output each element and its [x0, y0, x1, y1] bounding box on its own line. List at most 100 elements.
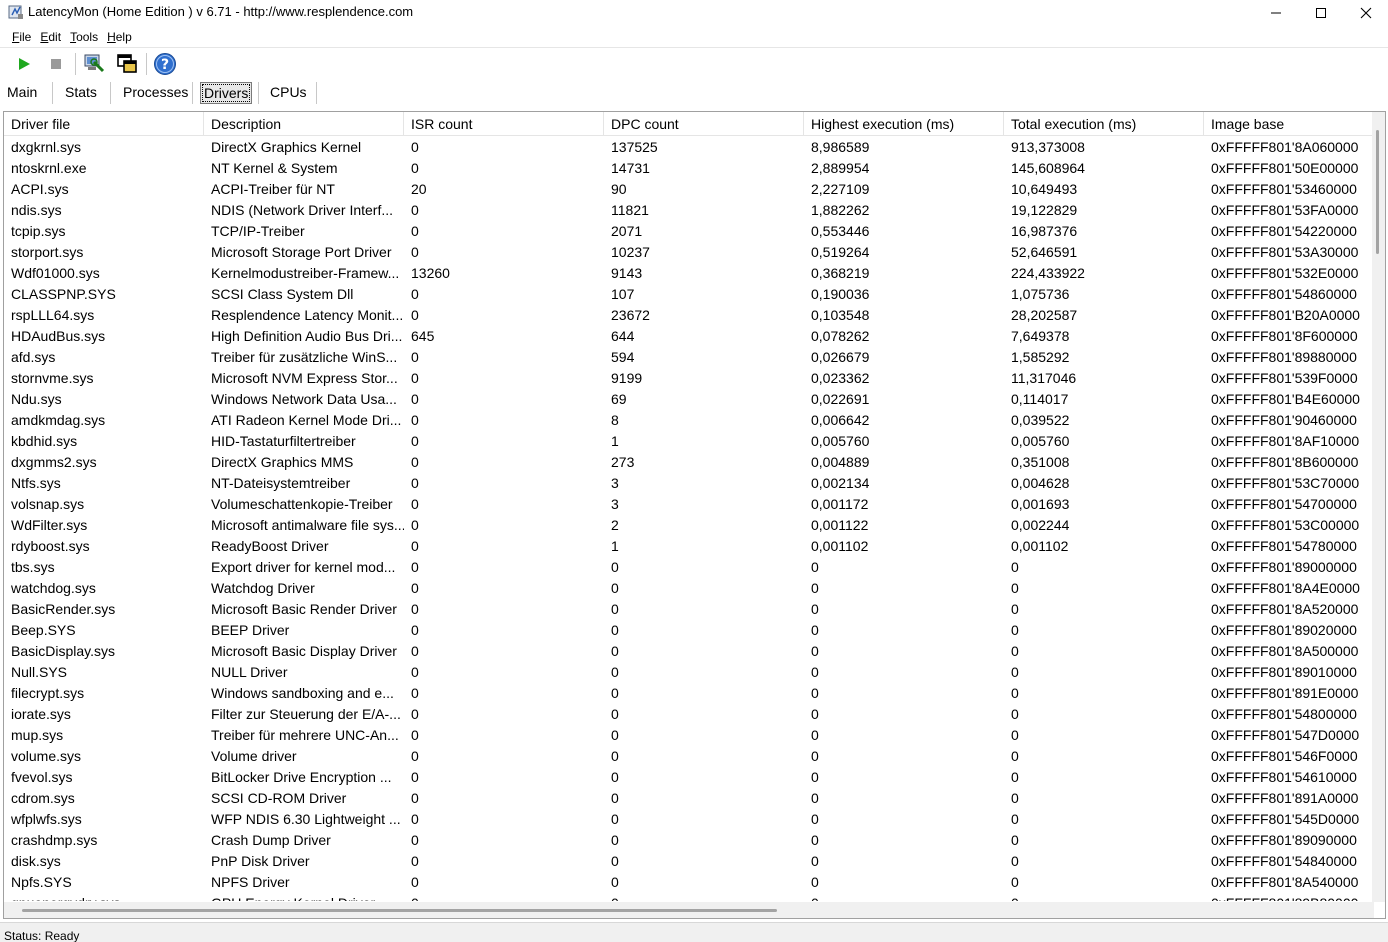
cell-isr-count: 0	[411, 580, 419, 596]
table-row[interactable]: stornvme.sys Microsoft NVM Express Stor..…	[4, 368, 1374, 389]
cell-driver-file: tcpip.sys	[11, 223, 66, 239]
cell-highest-execution: 0	[811, 790, 819, 806]
table-row[interactable]: WdFilter.sys Microsoft antimalware file s…	[4, 515, 1374, 536]
table-row[interactable]: afd.sys Treiber für zusätzliche WinS... 0 5…	[4, 347, 1374, 368]
cell-isr-count: 0	[411, 874, 419, 890]
title-bar: LatencyMon (Home Edition ) v 6.71 - http…	[0, 0, 1388, 26]
menu-file[interactable]: File	[8, 27, 35, 47]
cell-image-base: 0xFFFFF801'B4E60000	[1211, 391, 1360, 407]
cell-isr-count: 0	[411, 811, 419, 827]
start-monitor-button[interactable]	[11, 51, 37, 77]
tab-processes[interactable]: Processes	[120, 82, 191, 104]
cell-dpc-count: 0	[611, 769, 619, 785]
help-button[interactable]: ?	[152, 51, 178, 77]
table-row[interactable]: dxgmms2.sys DirectX Graphics MMS 0 273 0,004…	[4, 452, 1374, 473]
table-row[interactable]: Npfs.SYS NPFS Driver 0 0 0 0 0xFFFFF801'8A5400…	[4, 872, 1374, 893]
cell-image-base: 0xFFFFF801'54220000	[1211, 223, 1357, 239]
menu-tools[interactable]: Tools	[66, 27, 102, 47]
toolbar-separator	[146, 53, 147, 75]
table-row[interactable]: Wdf01000.sys Kernelmodustreiber-Framew...…	[4, 263, 1374, 284]
table-row[interactable]: HDAudBus.sys High Definition Audio Bus Dr…	[4, 326, 1374, 347]
cell-description: Volume driver	[211, 748, 297, 764]
status-text: Status: Ready	[4, 929, 80, 942]
column-header-highest-execution[interactable]: Highest execution (ms)	[804, 112, 1004, 136]
column-header-dpc-count[interactable]: DPC count	[604, 112, 804, 136]
minimize-button[interactable]	[1253, 0, 1299, 26]
cell-highest-execution: 0	[811, 748, 819, 764]
cell-dpc-count: 9199	[611, 370, 643, 386]
table-row[interactable]: filecrypt.sys Windows sandboxing and e...…	[4, 683, 1374, 704]
cell-total-execution: 0	[1011, 706, 1019, 722]
table-row[interactable]: crashdmp.sys Crash Dump Driver 0 0 0 0 0xFFFFF…	[4, 830, 1374, 851]
column-header-total-execution[interactable]: Total execution (ms)	[1004, 112, 1204, 136]
table-row[interactable]: Null.SYS NULL Driver 0 0 0 0 0xFFFFF801'890100…	[4, 662, 1374, 683]
table-row[interactable]: ndis.sys NDIS (Network Driver Interf... 0 1…	[4, 200, 1374, 221]
vertical-scrollbar[interactable]	[1372, 112, 1385, 902]
table-row[interactable]: mup.sys Treiber für mehrere UNC-An... 0 0 0 0…	[4, 725, 1374, 746]
column-header-isr-count[interactable]: ISR count	[404, 112, 604, 136]
table-row[interactable]: watchdog.sys Watchdog Driver 0 0 0 0 0xFFFFF80…	[4, 578, 1374, 599]
cell-driver-file: rspLLL64.sys	[11, 307, 95, 323]
table-row[interactable]: disk.sys PnP Disk Driver 0 0 0 0 0xFFFFF801'54…	[4, 851, 1374, 872]
cell-isr-count: 20	[411, 181, 427, 197]
table-row[interactable]: Ntfs.sys NT-Dateisystemtreiber 0 3 0,002134 0…	[4, 473, 1374, 494]
cell-description: Microsoft antimalware file sys...	[211, 517, 404, 533]
table-row[interactable]: kbdhid.sys HID-Tastaturfiltertreiber 0 1 0,0…	[4, 431, 1374, 452]
cell-description: Export driver for kernel mod...	[211, 559, 396, 575]
stop-icon	[51, 59, 61, 69]
cell-dpc-count: 23672	[611, 307, 650, 323]
pc-info-button[interactable]	[81, 51, 107, 77]
table-row[interactable]: volume.sys Volume driver 0 0 0 0 0xFFFFF801'54…	[4, 746, 1374, 767]
column-header-image-base[interactable]: Image base	[1204, 112, 1374, 136]
horizontal-scrollbar[interactable]	[4, 902, 1374, 918]
cell-description: Microsoft Basic Render Driver	[211, 601, 397, 617]
cell-isr-count: 0	[411, 706, 419, 722]
table-row[interactable]: Beep.SYS BEEP Driver 0 0 0 0 0xFFFFF801'890200…	[4, 620, 1374, 641]
table-row[interactable]: rdyboost.sys ReadyBoost Driver 0 1 0,001102 0…	[4, 536, 1374, 557]
cell-image-base: 0xFFFFF801'89000000	[1211, 559, 1357, 575]
table-row[interactable]: ntoskrnl.exe NT Kernel & System 0 14731 2,88…	[4, 158, 1374, 179]
table-row[interactable]: ACPI.sys ACPI-Treiber für NT 20 90 2,227109 1…	[4, 179, 1374, 200]
cell-highest-execution: 0,022691	[811, 391, 870, 407]
cell-image-base: 0xFFFFF801'53460000	[1211, 181, 1357, 197]
column-header-driver-file[interactable]: Driver file	[4, 112, 204, 136]
table-row[interactable]: volsnap.sys Volumeschattenkopie-Treiber 0 3…	[4, 494, 1374, 515]
cell-highest-execution: 2,227109	[811, 181, 870, 197]
cell-driver-file: fvevol.sys	[11, 769, 73, 785]
cell-description: NDIS (Network Driver Interf...	[211, 202, 394, 218]
tab-separator	[192, 82, 193, 104]
cell-description: Treiber für zusätzliche WinS...	[211, 349, 398, 365]
table-row[interactable]: BasicRender.sys Microsoft Basic Render Dr…	[4, 599, 1374, 620]
table-row[interactable]: tbs.sys Export driver for kernel mod... 0 0…	[4, 557, 1374, 578]
table-row[interactable]: gpuenergydrv.sysGPU Energy Kernel Driver…	[4, 893, 1374, 901]
tab-stats[interactable]: Stats	[62, 82, 100, 104]
table-row[interactable]: CLASSPNP.SYS SCSI Class System Dll 0 107 0,1…	[4, 284, 1374, 305]
table-row[interactable]: fvevol.sys BitLocker Drive Encryption ...…	[4, 767, 1374, 788]
menu-help[interactable]: Help	[103, 27, 136, 47]
table-row[interactable]: cdrom.sys SCSI CD-ROM Driver 0 0 0 0 0xFFFFF80…	[4, 788, 1374, 809]
menu-edit[interactable]: Edit	[36, 27, 65, 47]
table-row[interactable]: wfplwfs.sys WFP NDIS 6.30 Lightweight ...…	[4, 809, 1374, 830]
table-row[interactable]: iorate.sys Filter zur Steuerung der E/A-.…	[4, 704, 1374, 725]
horizontal-scroll-thumb[interactable]	[22, 909, 777, 912]
vertical-scroll-thumb[interactable]	[1376, 130, 1379, 254]
table-row[interactable]: tcpip.sys TCP/IP-Treiber 0 2071 0,553446 16,9…	[4, 221, 1374, 242]
cell-isr-count: 0	[404, 893, 604, 901]
cell-image-base: 0xFFFFF801'8B600000	[1211, 454, 1359, 470]
maximize-button[interactable]	[1298, 0, 1344, 26]
close-button[interactable]	[1343, 0, 1388, 26]
table-row[interactable]: rspLLL64.sys Resplendence Latency Monit..…	[4, 305, 1374, 326]
table-row[interactable]: storport.sys Microsoft Storage Port Drive…	[4, 242, 1374, 263]
cell-image-base: 0xFFFFF801'89010000	[1211, 664, 1357, 680]
column-header-description[interactable]: Description	[204, 112, 404, 136]
table-row[interactable]: Ndu.sys Windows Network Data Usa... 0 69 0,0…	[4, 389, 1374, 410]
tab-cpus[interactable]: CPUs	[267, 82, 310, 104]
windows-button[interactable]	[114, 51, 140, 77]
table-row[interactable]: BasicDisplay.sys Microsoft Basic Display …	[4, 641, 1374, 662]
table-row[interactable]: amdkmdag.sys ATI Radeon Kernel Mode Dri..…	[4, 410, 1374, 431]
tab-drivers[interactable]: Drivers	[200, 82, 253, 104]
table-row[interactable]: dxgkrnl.sys DirectX Graphics Kernel 0 13752…	[4, 137, 1374, 158]
cell-dpc-count: 69	[611, 391, 627, 407]
tab-main[interactable]: Main	[4, 82, 40, 104]
stop-monitor-button[interactable]	[43, 51, 69, 77]
